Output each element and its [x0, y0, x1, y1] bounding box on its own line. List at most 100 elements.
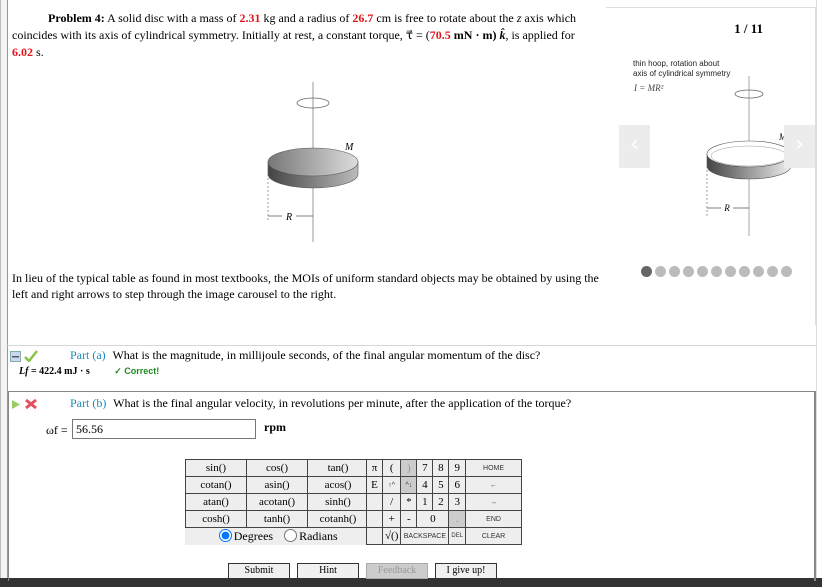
- key-plus[interactable]: +: [381, 510, 402, 528]
- fn-key[interactable]: sinh(): [307, 493, 369, 511]
- torque-symbol: τ⃗ = (: [405, 28, 430, 42]
- fn-key[interactable]: acotan(): [246, 493, 308, 511]
- key-5[interactable]: 5: [432, 476, 450, 494]
- carousel-prev-button[interactable]: ‹: [619, 125, 650, 168]
- key-minus[interactable]: -: [400, 510, 418, 528]
- answer-input[interactable]: [72, 419, 256, 439]
- carousel-dot[interactable]: [753, 266, 764, 277]
- torque-unit: mN · m): [453, 28, 497, 42]
- answer-variable: Lf: [19, 366, 29, 377]
- key-8[interactable]: 8: [432, 459, 450, 477]
- fn-key[interactable]: acos(): [307, 476, 369, 494]
- carousel-dot[interactable]: [711, 266, 722, 277]
- fn-key[interactable]: tan(): [307, 459, 369, 477]
- key-subscript[interactable]: ^↓: [400, 476, 418, 494]
- problem-statement: Problem 4: A solid disc with a mass of 2…: [12, 10, 592, 61]
- fn-key[interactable]: cotanh(): [307, 510, 369, 528]
- moi-carousel: 1 / 11 thin hoop, rotation about axis of…: [606, 7, 816, 325]
- radius-label: R: [285, 212, 292, 223]
- key-backspace[interactable]: BACKSPACE: [400, 527, 450, 545]
- radius-label: R: [723, 203, 730, 213]
- key-blank: [366, 510, 383, 528]
- key-multiply[interactable]: *: [400, 493, 418, 511]
- mass-label: M: [344, 142, 354, 153]
- carousel-dot[interactable]: [739, 266, 750, 277]
- key-close-paren[interactable]: ): [400, 459, 418, 477]
- problem-text: kg and a radius of: [263, 11, 350, 25]
- incorrect-x-icon: [25, 399, 37, 410]
- key-clear[interactable]: CLEAR: [465, 527, 523, 545]
- part-a-header: Part (a) What is the magnitude, in milli…: [10, 348, 540, 363]
- key-decimal[interactable]: .: [448, 510, 467, 528]
- part-a-label: Part (a): [70, 348, 106, 362]
- key-open-paren[interactable]: (: [381, 459, 402, 477]
- key-end[interactable]: END: [465, 510, 523, 528]
- radians-radio[interactable]: Radians: [276, 528, 338, 543]
- expand-arrow-icon[interactable]: [10, 399, 21, 410]
- collapse-icon[interactable]: [10, 350, 21, 362]
- key-sqrt[interactable]: √(): [381, 527, 402, 545]
- carousel-dot[interactable]: [781, 266, 792, 277]
- key-right-arrow[interactable]: →: [465, 493, 523, 511]
- carousel-dot[interactable]: [641, 266, 652, 277]
- key-e[interactable]: E: [366, 476, 383, 494]
- key-6[interactable]: 6: [448, 476, 467, 494]
- carousel-dots: [641, 266, 792, 277]
- divider: [6, 345, 816, 346]
- fn-key[interactable]: tanh(): [246, 510, 308, 528]
- fn-key[interactable]: cotan(): [185, 476, 247, 494]
- key-2[interactable]: 2: [432, 493, 450, 511]
- carousel-next-button[interactable]: ›: [784, 125, 815, 168]
- carousel-dot[interactable]: [697, 266, 708, 277]
- key-3[interactable]: 3: [448, 493, 467, 511]
- hint-button[interactable]: Hint: [297, 563, 359, 579]
- radius-value: 26.7: [352, 11, 374, 25]
- degrees-radio[interactable]: Degrees: [217, 528, 274, 543]
- key-pi[interactable]: π: [366, 459, 383, 477]
- key-left-arrow[interactable]: ←: [465, 476, 523, 494]
- key-blank: [366, 493, 383, 511]
- key-0[interactable]: 0: [416, 510, 450, 528]
- scrollbar[interactable]: [816, 0, 822, 578]
- keypad: π ( ) 7 8 9 HOME E ↑^ ^↓ 4 5 6 ← / * 1 2…: [366, 459, 523, 545]
- key-7[interactable]: 7: [416, 459, 434, 477]
- radians-label: Radians: [299, 528, 338, 543]
- carousel-dot[interactable]: [725, 266, 736, 277]
- degrees-label: Degrees: [233, 528, 274, 543]
- key-home[interactable]: HOME: [465, 459, 523, 477]
- carousel-dot[interactable]: [683, 266, 694, 277]
- key-4[interactable]: 4: [416, 476, 434, 494]
- checkmark-icon: [24, 350, 38, 363]
- part-b-question: What is the final angular velocity, in r…: [113, 396, 572, 410]
- moi-formula: I = MR²: [634, 83, 664, 93]
- fn-key[interactable]: sin(): [185, 459, 247, 477]
- correct-status: ✓ Correct!: [114, 366, 160, 376]
- mass-value: 2.31: [239, 11, 261, 25]
- key-superscript[interactable]: ↑^: [381, 476, 402, 494]
- z-symbol: z: [516, 11, 522, 25]
- fn-key[interactable]: cosh(): [185, 510, 247, 528]
- problem-text: A solid disc with a mass of: [107, 11, 237, 25]
- problem-text: cm is free to rotate about the: [376, 11, 514, 25]
- carousel-counter: 1 / 11: [734, 21, 763, 36]
- carousel-dot[interactable]: [767, 266, 778, 277]
- key-9[interactable]: 9: [448, 459, 467, 477]
- part-b-label: Part (b): [70, 396, 107, 410]
- fn-key[interactable]: cos(): [246, 459, 308, 477]
- left-rail: [0, 0, 8, 578]
- part-b-header: Part (b) What is the final angular veloc…: [10, 396, 571, 411]
- problem-label: Problem 4:: [48, 11, 105, 25]
- give-up-button[interactable]: I give up!: [435, 563, 497, 579]
- part-a-answer: Lf = 422.4 mJ · s ✓ Correct!: [19, 366, 159, 377]
- submit-button[interactable]: Submit: [228, 563, 290, 579]
- carousel-dot[interactable]: [655, 266, 666, 277]
- key-divide[interactable]: /: [381, 493, 402, 511]
- fn-key[interactable]: atan(): [185, 493, 247, 511]
- carousel-dot[interactable]: [669, 266, 680, 277]
- fn-key[interactable]: asin(): [246, 476, 308, 494]
- disc-figure: R M: [267, 82, 359, 242]
- problem-text: , is applied for: [505, 28, 575, 42]
- key-1[interactable]: 1: [416, 493, 434, 511]
- key-del[interactable]: DEL: [448, 527, 467, 545]
- problem-text: s.: [36, 45, 44, 59]
